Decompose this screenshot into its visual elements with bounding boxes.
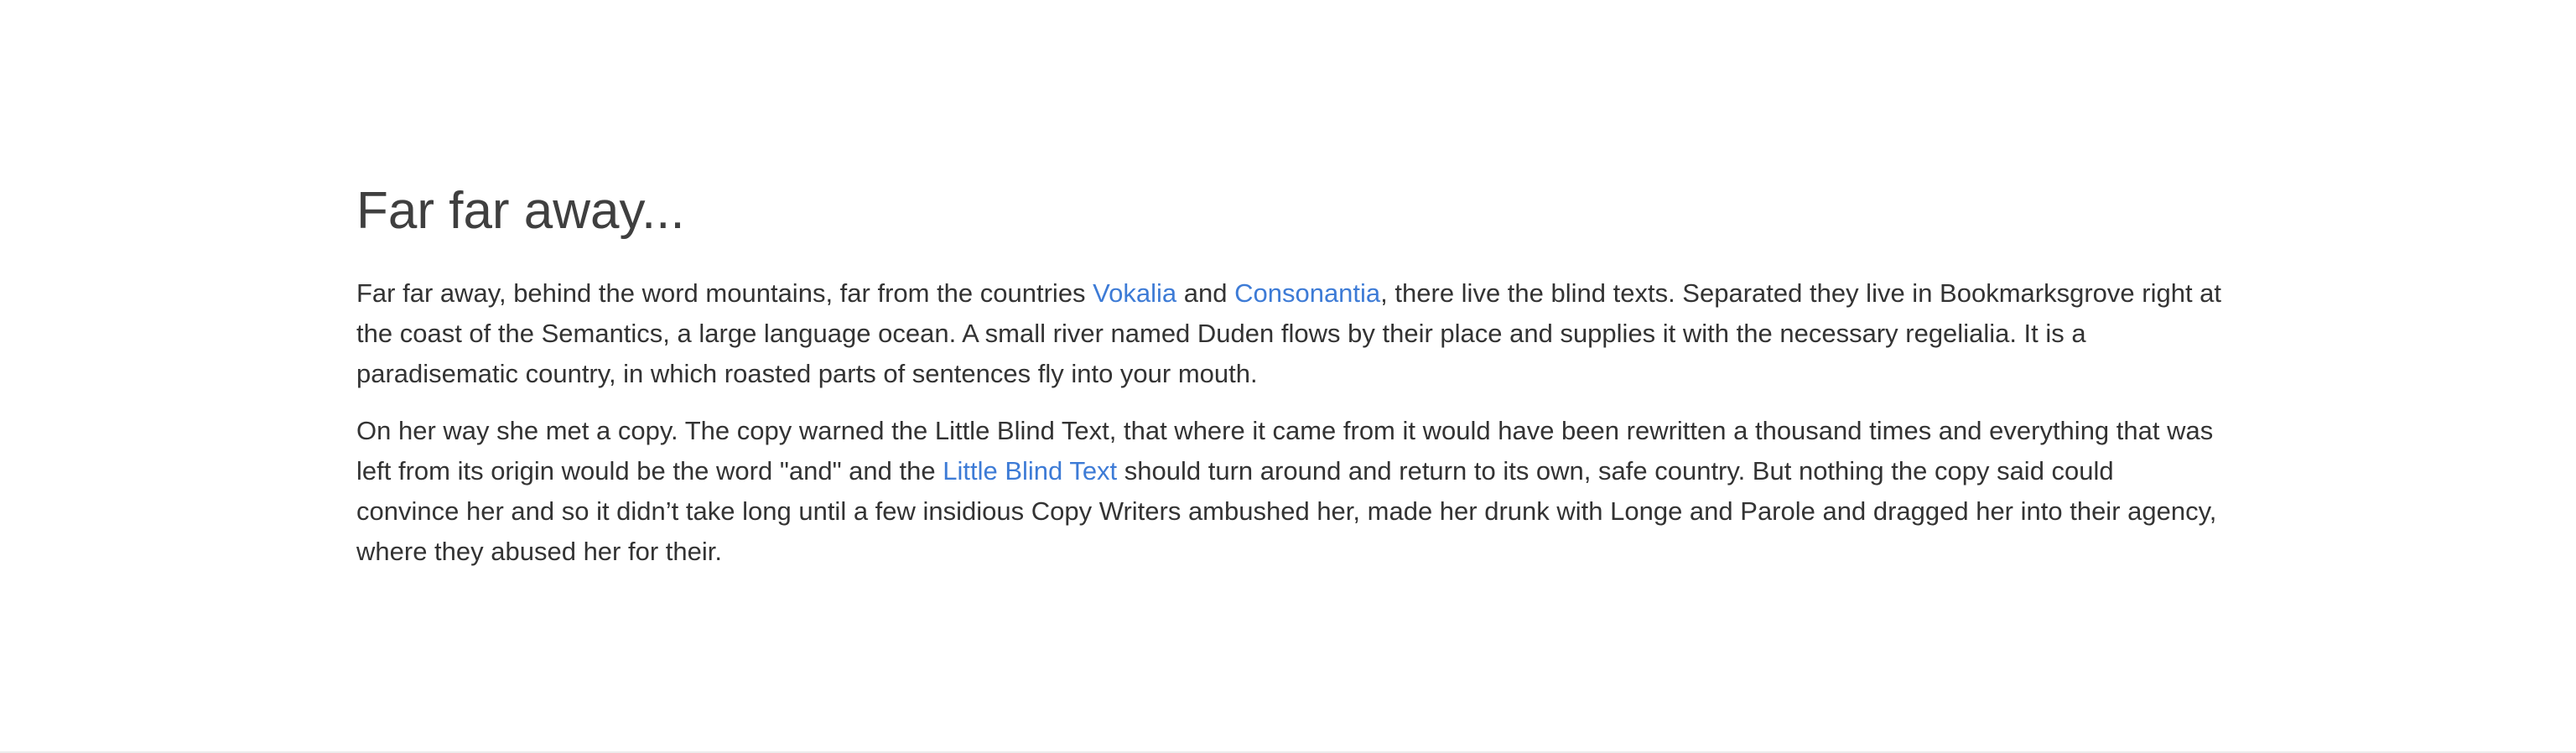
paragraph-2: On her way she met a copy. The copy warn… [356, 411, 2222, 572]
article-title: Far far away... [356, 182, 685, 240]
consonantia-link[interactable]: Consonantia [1234, 278, 1380, 308]
page: Far far away... Far far away, behind the… [0, 0, 2576, 753]
little-blind-text-link[interactable]: Little Blind Text [943, 456, 1117, 486]
vokalia-link[interactable]: Vokalia [1093, 278, 1176, 308]
paragraph-1-text-b: and [1176, 278, 1235, 308]
article: Far far away... Far far away, behind the… [356, 178, 2222, 589]
paragraph-1: Far far away, behind the word mountains,… [356, 273, 2222, 394]
paragraph-1-text-a: Far far away, behind the word mountains,… [356, 278, 1093, 308]
